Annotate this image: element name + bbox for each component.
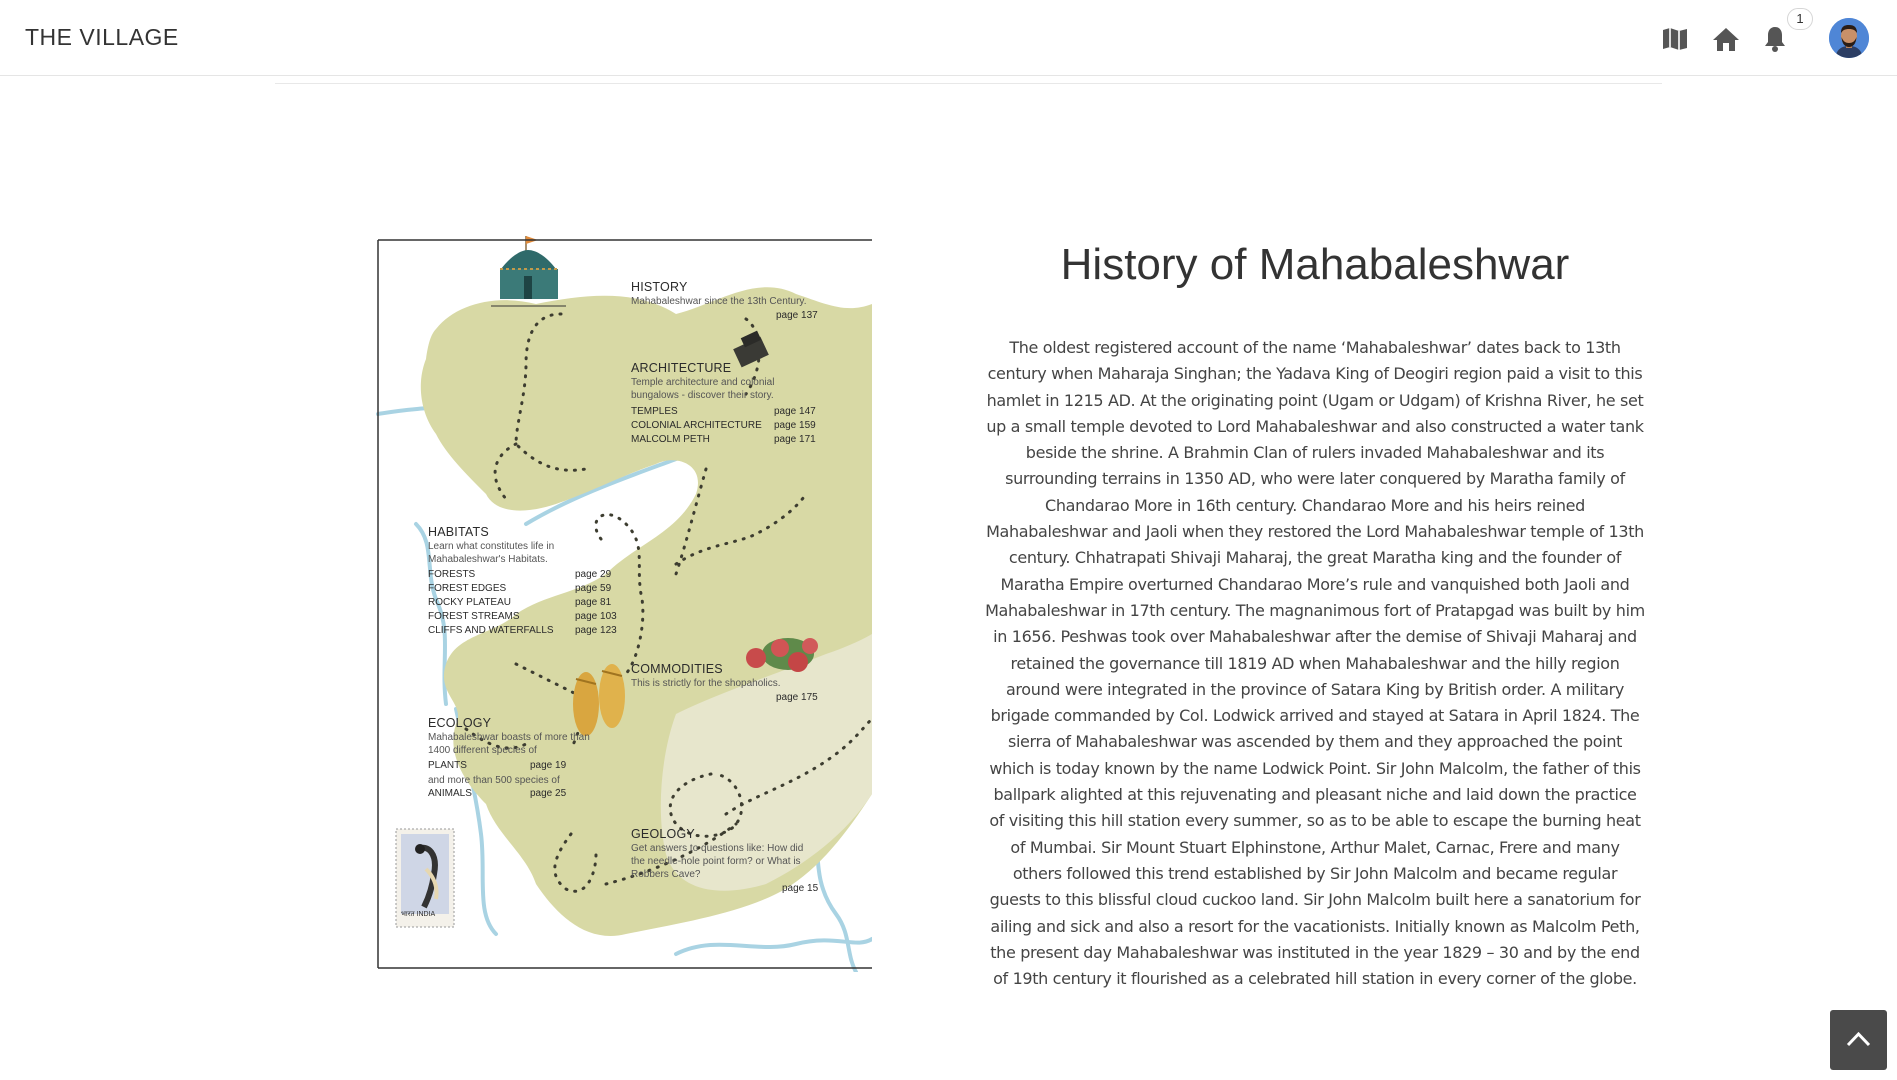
map-commodities-page: page 175 [776,692,818,703]
map-architecture-row-page: page 159 [774,420,816,431]
map-ecology-animals-page: page 25 [530,788,567,799]
map-habitats-desc: Learn what constitutes life in Mahabales… [428,541,555,565]
article-body: The oldest registered account of the nam… [985,338,1645,989]
map-habitats-row-label: CLIFFS AND WATERFALLS [428,625,554,636]
map-architecture-row-page: page 171 [774,434,816,445]
map-ecology-plants-label: PLANTS [428,760,467,771]
map-ecology-desc: Mahabaleshwar boasts of more than 1400 d… [428,732,590,756]
map-ecology-animals-label: ANIMALS [428,788,472,799]
map-history-title: HISTORY [631,280,688,294]
map-habitats-row-label: FOREST STREAMS [428,611,520,622]
map-habitats-row-page: page 59 [575,583,612,594]
map-habitats-row-page: page 103 [575,611,617,622]
map-ecology-title: ECOLOGY [428,716,492,730]
map-architecture-title: ARCHITECTURE [631,361,732,375]
map-architecture-row-label: COLONIAL ARCHITECTURE [631,420,762,431]
chevron-up-icon [1846,1031,1871,1047]
map-history-desc: Mahabaleshwar since the 13th Century. [631,296,807,307]
map-habitats-row-label: ROCKY PLATEAU [428,597,511,608]
stamp-caption: भारत INDIA [401,911,436,918]
scroll-to-top-button[interactable] [1830,1010,1887,1070]
content-divider [275,83,1662,84]
map-ecology-desc2: and more than 500 species of [428,775,560,786]
map-habitats-title: HABITATS [428,525,489,539]
map-architecture-row-label: MALCOLM PETH [631,434,710,445]
map-geology-page: page 15 [782,883,819,894]
page-title: History of Mahabaleshwar [1060,240,1570,289]
mahabaleshwar-map-illustration: HISTORY Mahabaleshwar since the 13th Cen… [376,234,872,972]
home-icon[interactable] [1711,24,1741,54]
user-avatar[interactable] [1829,18,1869,58]
map-commodities-title: COMMODITIES [631,662,723,676]
notification-count-badge: 1 [1787,8,1813,30]
map-ecology-plants-page: page 19 [530,760,567,771]
map-icon[interactable] [1660,24,1690,54]
bell-icon[interactable] [1760,24,1790,54]
map-geology-title: GEOLOGY [631,827,695,841]
brand-logo[interactable]: THE VILLAGE [25,24,179,51]
map-habitats-row-label: FORESTS [428,569,476,580]
map-geology-desc: Get answers to questions like: How did t… [631,843,804,880]
map-habitats-row-page: page 29 [575,569,612,580]
map-architecture-row-page: page 147 [774,406,816,417]
map-commodities-desc: This is strictly for the shopaholics. [631,678,781,689]
map-habitats-row-page: page 123 [575,625,617,636]
map-history-page: page 137 [776,310,818,321]
map-architecture-desc: Temple architecture and colonial bungalo… [631,377,775,401]
top-navbar: THE VILLAGE 1 [0,0,1897,76]
map-habitats-row-page: page 81 [575,597,612,608]
map-architecture-row-label: TEMPLES [631,406,678,417]
map-habitats-row-label: FOREST EDGES [428,583,507,594]
